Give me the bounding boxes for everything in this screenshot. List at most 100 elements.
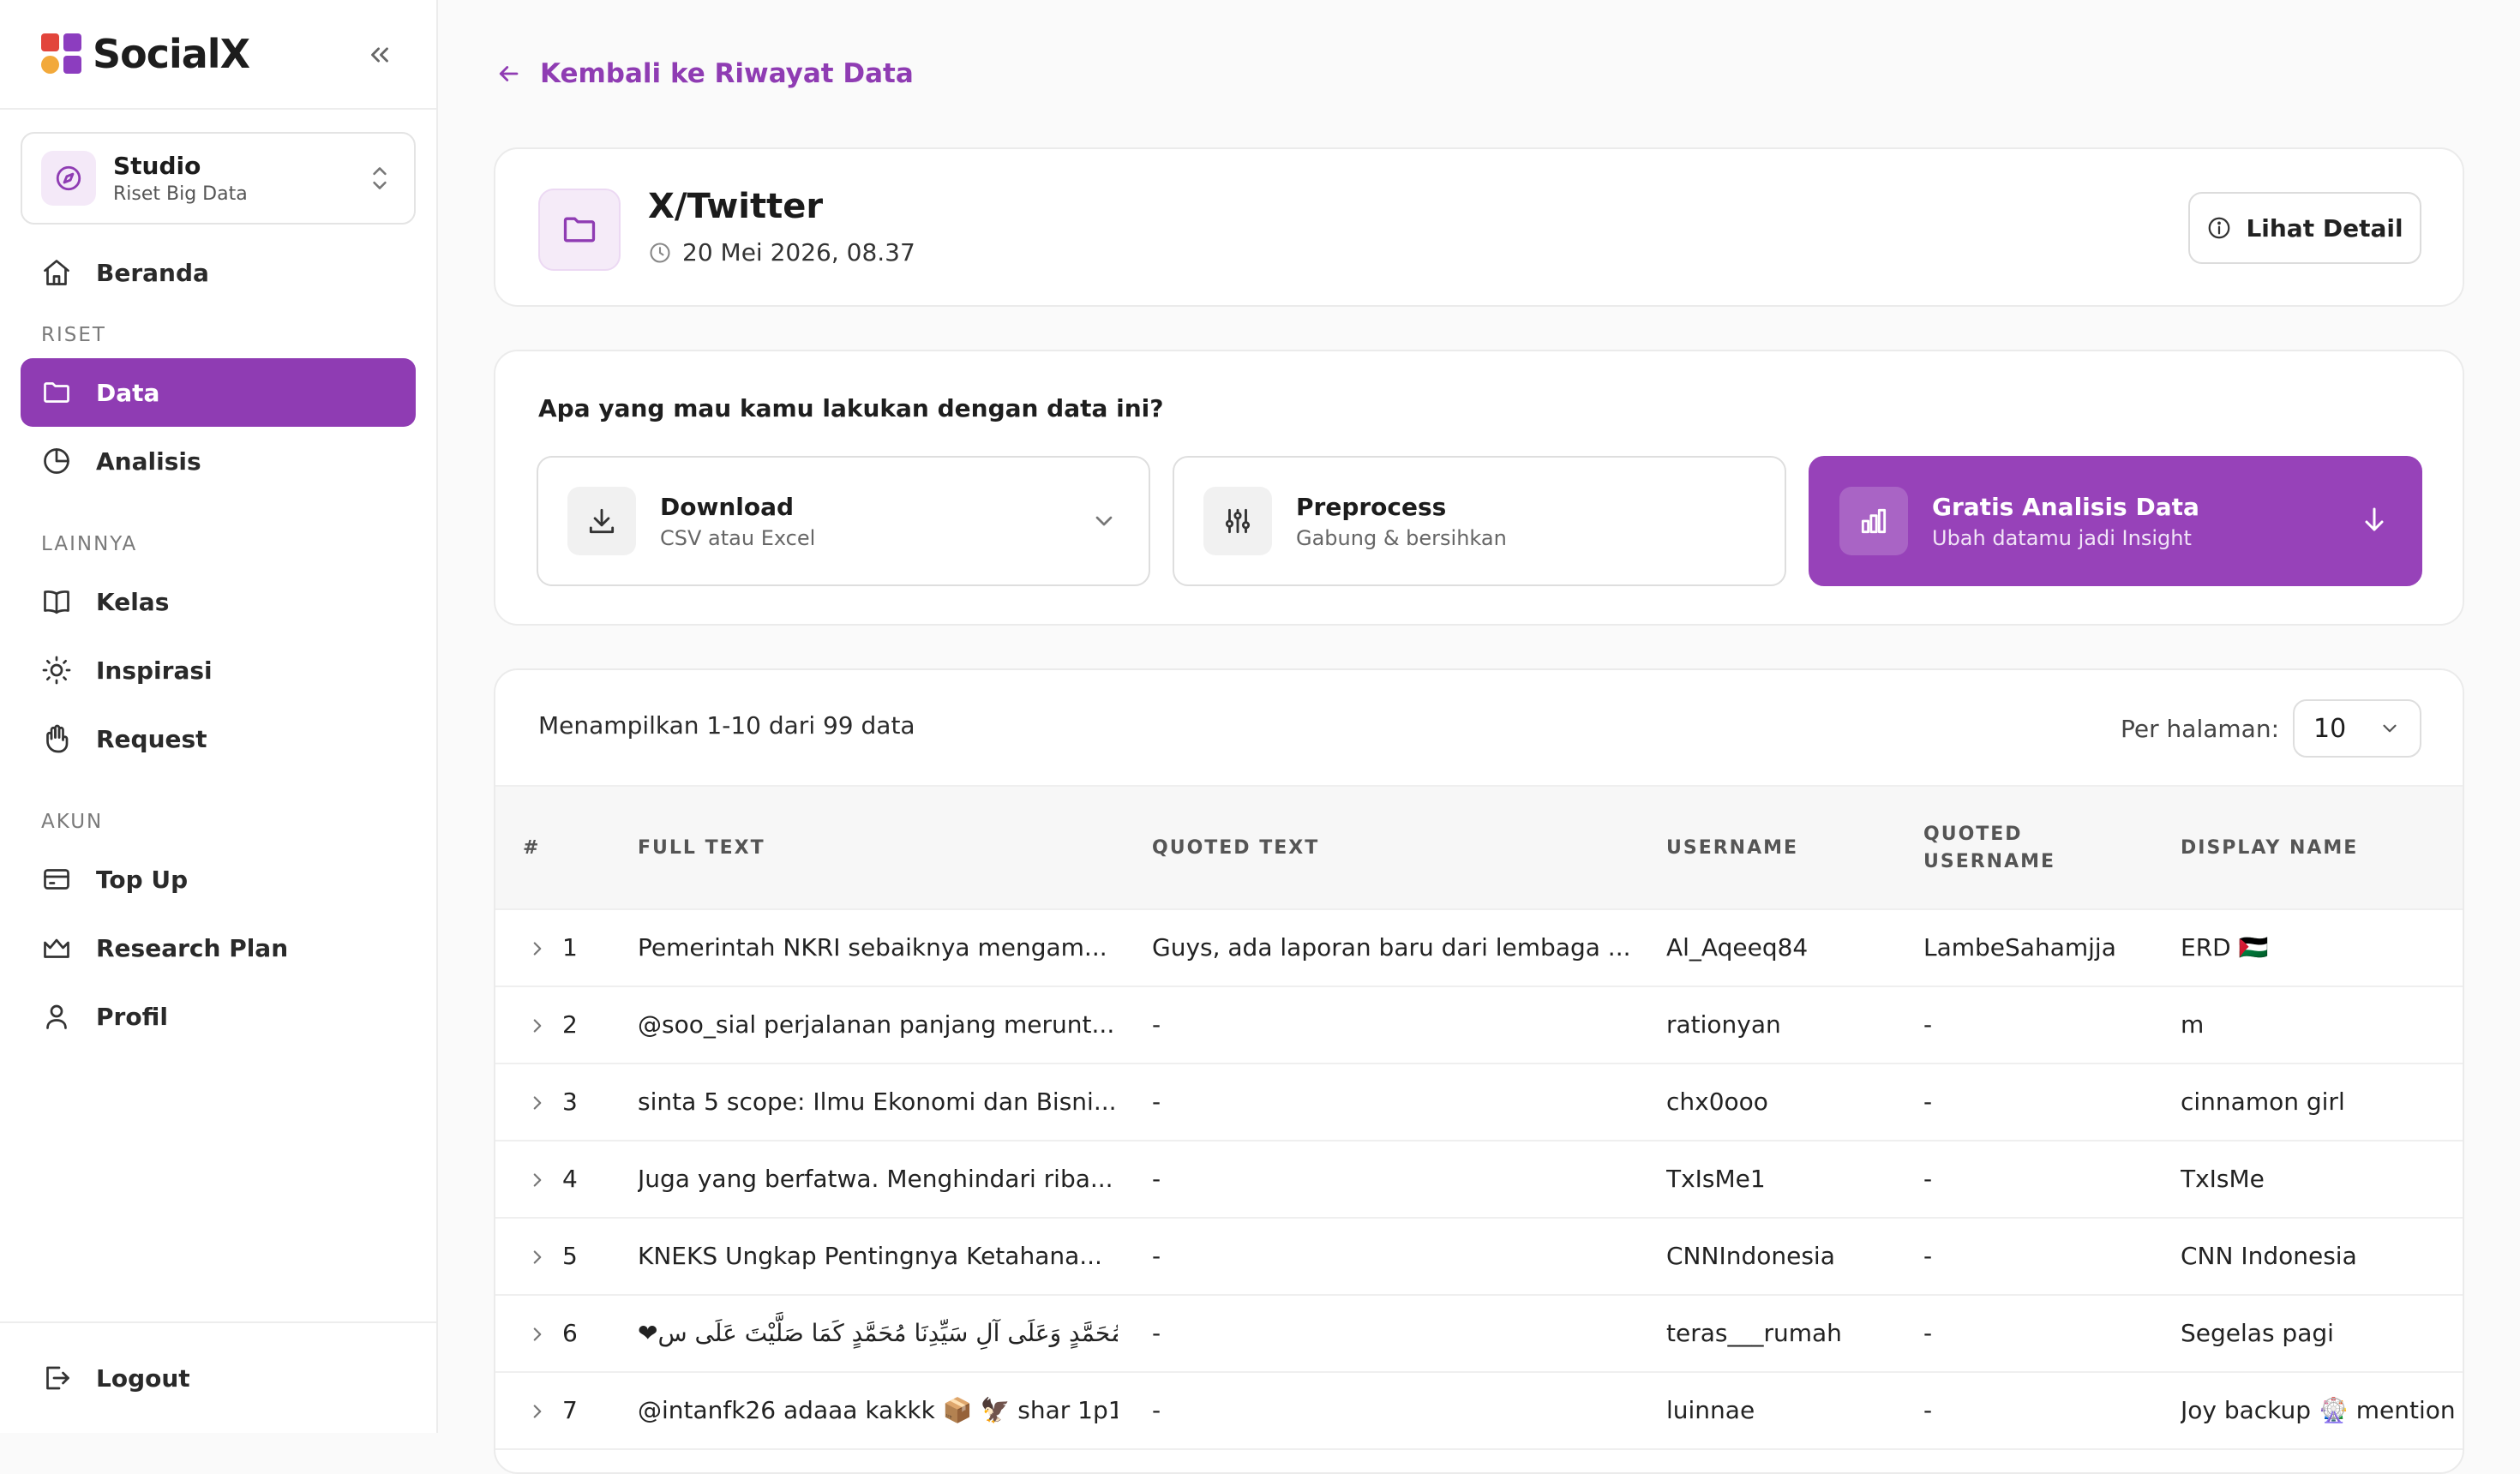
- table-header: # FULL TEXT QUOTED TEXT USERNAME QUOTED …: [495, 785, 2463, 910]
- preprocess-option[interactable]: Preprocess Gabung & bersihkan: [1173, 456, 1786, 586]
- logout-button[interactable]: Logout: [21, 1344, 416, 1412]
- sidebar-item-research-plan[interactable]: Research Plan: [21, 914, 416, 982]
- sidebar-item-request[interactable]: Request: [21, 704, 416, 773]
- cell-num: 7: [562, 1396, 578, 1424]
- actions-card: Apa yang mau kamu lakukan dengan data in…: [494, 350, 2464, 626]
- sidebar-item-label: Top Up: [96, 865, 189, 894]
- download-option[interactable]: Download CSV atau Excel: [537, 456, 1150, 586]
- source-title: X/Twitter: [648, 187, 824, 226]
- back-link-label: Kembali ke Riwayat Data: [540, 58, 914, 89]
- chevron-right-icon[interactable]: [526, 1169, 549, 1191]
- cell-quoted-username: -: [1923, 1088, 1933, 1116]
- cell-quoted-username: -: [1923, 1242, 1933, 1270]
- table-row[interactable]: 5 KNEKS Ungkap Pentingnya Ketahana... - CNN…: [495, 1219, 2463, 1296]
- collapse-sidebar-icon[interactable]: [361, 36, 399, 74]
- sidebar-item-analisis[interactable]: Analisis: [21, 427, 416, 495]
- cell-display-name: TxIsMe: [2181, 1165, 2265, 1193]
- crown-icon: [44, 938, 69, 958]
- cell-num: 3: [562, 1088, 578, 1116]
- preprocess-title: Preprocess: [1296, 492, 1447, 521]
- cell-num: 6: [562, 1319, 578, 1347]
- free-analysis-title: Gratis Analisis Data: [1932, 492, 2199, 521]
- workspace-subtitle: Riset Big Data: [113, 183, 248, 205]
- sidebar-item-topup[interactable]: Top Up: [21, 845, 416, 914]
- cell-full-text: Pemerintah NKRI sebaiknya mengam...: [638, 933, 1107, 962]
- chevron-right-icon[interactable]: [526, 938, 549, 960]
- main-nav: Beranda RISET Data Analisis LAINNYA Kela…: [0, 238, 436, 1051]
- table-row[interactable]: 1 Pemerintah NKRI sebaiknya mengam... Guys…: [495, 910, 2463, 987]
- cell-display-name: Segelas pagi: [2181, 1319, 2334, 1347]
- per-page-select[interactable]: 10: [2293, 699, 2421, 758]
- cell-num: 2: [562, 1010, 578, 1039]
- cell-quoted-text: -: [1152, 1319, 1161, 1347]
- cell-username: chx0ooo: [1666, 1088, 1768, 1116]
- source-datetime-text: 20 Mei 2026, 08.37: [682, 238, 915, 267]
- cell-quoted-username: -: [1923, 1165, 1933, 1193]
- sidebar-item-profil[interactable]: Profil: [21, 982, 416, 1051]
- pie-chart-icon: [44, 448, 69, 474]
- workspace-switcher[interactable]: Studio Riset Big Data: [21, 132, 416, 225]
- cell-full-text: Juga yang berfatwa. Menghindari riba...: [638, 1165, 1113, 1193]
- cell-quoted-username: -: [1923, 1396, 1933, 1424]
- sidebar-item-beranda[interactable]: Beranda: [21, 238, 416, 307]
- chevron-right-icon[interactable]: [526, 1323, 549, 1345]
- cell-username: Al_Aqeeq84: [1666, 933, 1809, 962]
- cell-username: rationyan: [1666, 1010, 1781, 1039]
- arrow-left-icon: [499, 66, 519, 81]
- sidebar-item-label: Analisis: [96, 446, 201, 476]
- chevron-right-icon[interactable]: [526, 1400, 549, 1423]
- table-summary: Menampilkan 1-10 dari 99 data: [538, 711, 915, 740]
- cell-full-text: KNEKS Ungkap Pentingnya Ketahana...: [638, 1242, 1102, 1270]
- cell-quoted-username: -: [1923, 1010, 1933, 1039]
- download-subtitle: CSV atau Excel: [660, 525, 816, 550]
- folder-icon: [44, 382, 69, 403]
- brand-name: SocialX: [93, 31, 250, 77]
- table-row[interactable]: 6 ❤اللَّهُمَّ صَلِّ عَلَى سَيِّدِنَا مُحَ…: [495, 1296, 2463, 1373]
- table-row[interactable]: 7 @intanfk26 adaaa kakkk 📦 🦅 shar 1p1... -…: [495, 1373, 2464, 1450]
- logout-label: Logout: [96, 1363, 190, 1393]
- chevron-right-icon[interactable]: [526, 1015, 549, 1037]
- socialx-logo-icon: [41, 33, 82, 75]
- nav-section-akun: AKUN: [41, 811, 104, 833]
- lightbulb-icon: [42, 656, 71, 685]
- sidebar-item-kelas[interactable]: Kelas: [21, 567, 416, 636]
- credit-card-icon: [44, 869, 69, 890]
- cell-full-text: @intanfk26 adaaa kakkk 📦 🦅 shar 1p1...: [638, 1396, 1118, 1424]
- sidebar-item-label: Data: [96, 378, 160, 407]
- table-row[interactable]: 2 @soo_sial perjalanan panjang merunt... -…: [495, 987, 2463, 1064]
- cell-num: 5: [562, 1242, 578, 1270]
- table-row[interactable]: 4 Juga yang berfatwa. Menghindari riba...…: [495, 1141, 2463, 1219]
- brand-header: SocialX: [0, 0, 436, 110]
- sidebar-item-label: Inspirasi: [96, 656, 213, 685]
- nav-section-lainnya: LAINNYA: [41, 533, 138, 555]
- per-page-control: Per halaman: 10: [2121, 699, 2421, 758]
- sidebar-item-label: Profil: [96, 1002, 168, 1031]
- chevron-right-icon[interactable]: [526, 1246, 549, 1268]
- bar-chart-icon: [1839, 487, 1908, 555]
- chevron-right-icon[interactable]: [526, 1092, 549, 1114]
- source-card: X/Twitter 20 Mei 2026, 08.37 Lihat Detai…: [494, 147, 2464, 307]
- back-link[interactable]: Kembali ke Riwayat Data: [495, 58, 914, 89]
- table-row[interactable]: 3 sinta 5 scope: Ilmu Ekonomi dan Bisni..…: [495, 1064, 2463, 1141]
- actions-question: Apa yang mau kamu lakukan dengan data in…: [538, 394, 1164, 422]
- user-icon: [46, 1004, 67, 1029]
- column-header-display-name: DISPLAY NAME: [2181, 837, 2359, 859]
- cell-full-text: ❤اللَّهُمَّ صَلِّ عَلَى سَيِّدِنَا مُحَم…: [638, 1319, 1118, 1347]
- chevron-up-down-icon: [368, 163, 392, 197]
- logout-icon: [46, 1366, 69, 1390]
- folder-icon: [538, 189, 621, 271]
- free-analysis-option[interactable]: Gratis Analisis Data Ubah datamu jadi In…: [1809, 456, 2422, 586]
- sidebar-item-inspirasi[interactable]: Inspirasi: [21, 636, 416, 704]
- cell-quoted-username: LambeSahamjja: [1923, 933, 2116, 962]
- cell-username: CNNIndonesia: [1666, 1242, 1835, 1270]
- sidebar-item-label: Kelas: [96, 587, 170, 616]
- cell-display-name: Joy backup 🎡 mention a: [2181, 1396, 2464, 1424]
- cell-display-name: CNN Indonesia: [2181, 1242, 2357, 1270]
- per-page-value: 10: [2313, 713, 2347, 744]
- main-content: Kembali ke Riwayat Data X/Twitter 20 Mei…: [439, 0, 2520, 1474]
- sidebar-item-label: Research Plan: [96, 933, 289, 962]
- sidebar-item-data[interactable]: Data: [21, 358, 416, 427]
- view-detail-button[interactable]: Lihat Detail: [2188, 192, 2421, 264]
- book-icon: [44, 590, 69, 614]
- cell-full-text: @soo_sial perjalanan panjang merunt...: [638, 1010, 1115, 1039]
